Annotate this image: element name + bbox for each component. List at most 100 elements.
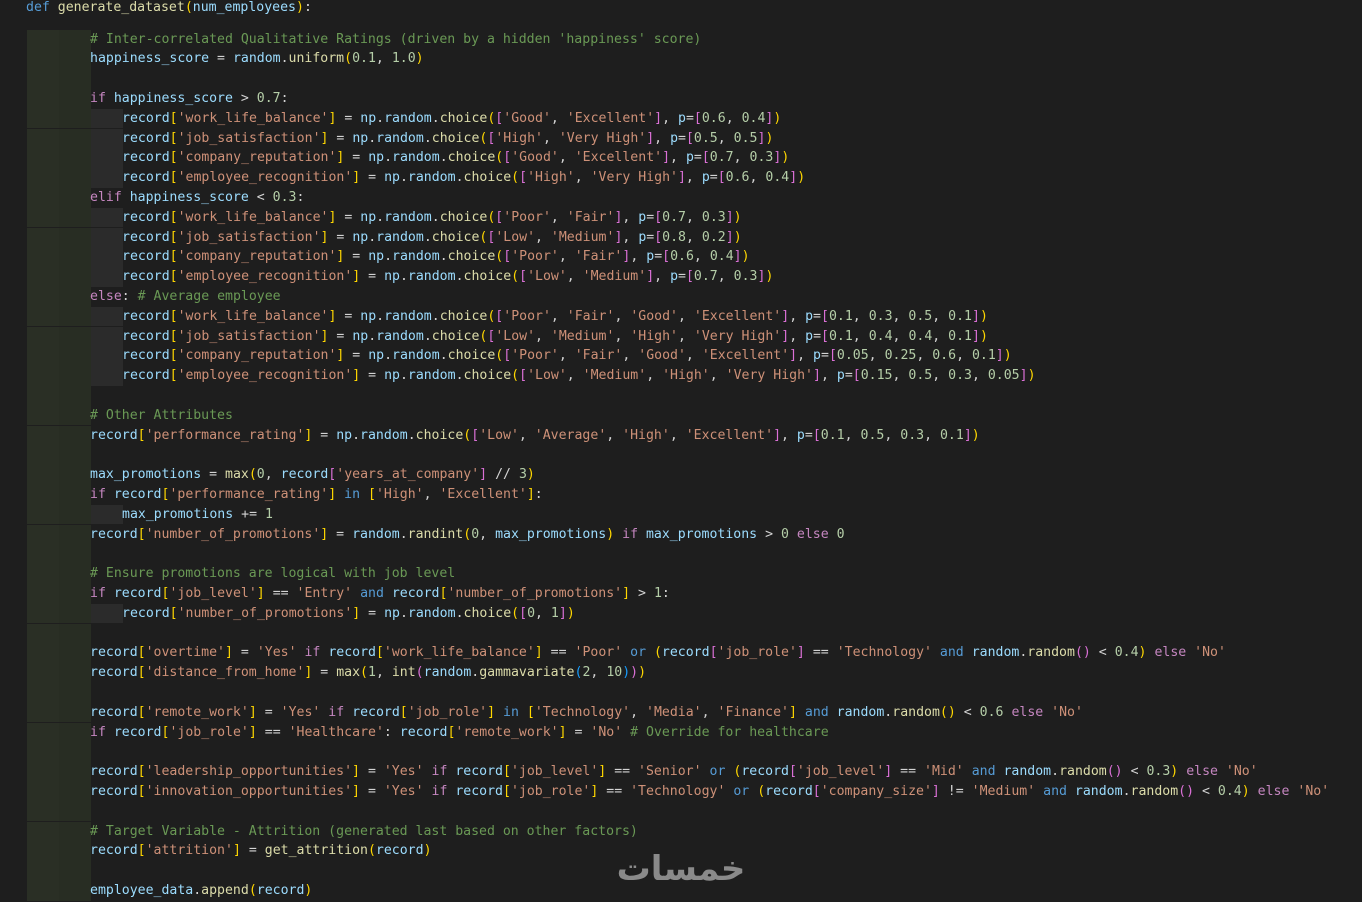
- code-line[interactable]: record['company_reputation'] = np.random…: [0, 346, 1362, 367]
- code-line-text: # Ensure promotions are logical with job…: [90, 566, 456, 582]
- code-line[interactable]: elif happiness_score < 0.3:: [0, 187, 1362, 208]
- code-line[interactable]: if record['job_level'] == 'Entry' and re…: [0, 583, 1362, 604]
- indent-guide: [59, 346, 91, 367]
- code-line[interactable]: record['innovation_opportunities'] = 'Ye…: [0, 781, 1362, 802]
- code-line[interactable]: [0, 385, 1362, 406]
- indent-guide: [59, 445, 91, 466]
- code-line[interactable]: max_promotions += 1: [0, 504, 1362, 525]
- function-header-line[interactable]: def generate_dataset(num_employees):: [0, 0, 1362, 18]
- indent-guide: [59, 168, 91, 188]
- indent-guide: [59, 544, 91, 565]
- indent-guide: [27, 742, 59, 763]
- code-line[interactable]: [0, 69, 1362, 89]
- code-line[interactable]: if happiness_score > 0.7:: [0, 88, 1362, 109]
- indent-guide: [59, 385, 91, 406]
- indent-guide: [59, 663, 91, 683]
- indent-guide: [59, 841, 91, 862]
- code-line[interactable]: record['work_life_balance'] = np.random.…: [0, 108, 1362, 129]
- indent-guide: [27, 425, 59, 446]
- indent-guide: [27, 762, 59, 782]
- indent-guide: [91, 346, 123, 367]
- code-line[interactable]: record['distance_from_home'] = max(1, in…: [0, 663, 1362, 683]
- indent-guide: [27, 286, 59, 307]
- indent-guide: [59, 603, 91, 624]
- code-line[interactable]: record['work_life_balance'] = np.random.…: [0, 306, 1362, 327]
- indent-guide: [27, 207, 59, 228]
- code-editor[interactable]: # Inter-correlated Qualitative Ratings (…: [0, 0, 1362, 902]
- indent-guide: [59, 405, 91, 426]
- indent-guide: [27, 247, 59, 268]
- code-line[interactable]: record['employee_recognition'] = np.rand…: [0, 267, 1362, 287]
- code-line[interactable]: if record['job_role'] == 'Healthcare': r…: [0, 722, 1362, 743]
- code-line[interactable]: record['company_reputation'] = np.random…: [0, 148, 1362, 169]
- code-line-text: elif happiness_score < 0.3:: [90, 189, 305, 205]
- code-line[interactable]: record['number_of_promotions'] = np.rand…: [0, 603, 1362, 624]
- code-line[interactable]: [0, 682, 1362, 703]
- code-line-text: record['job_satisfaction'] = np.random.c…: [122, 229, 742, 245]
- indent-guide: [27, 801, 59, 822]
- indent-guide: [27, 524, 59, 545]
- indent-guide: [59, 108, 91, 129]
- code-line-text: max_promotions = max(0, record['years_at…: [90, 467, 535, 483]
- code-line-text: if record['job_level'] == 'Entry' and re…: [90, 585, 670, 601]
- code-line[interactable]: record['remote_work'] = 'Yes' if record[…: [0, 702, 1362, 723]
- indent-guide: [59, 484, 91, 505]
- code-line-text: record['number_of_promotions'] = np.rand…: [122, 605, 575, 621]
- indent-guide: [27, 187, 59, 208]
- code-line[interactable]: record['job_satisfaction'] = np.random.c…: [0, 128, 1362, 149]
- code-line[interactable]: record['leadership_opportunities'] = 'Ye…: [0, 762, 1362, 782]
- code-line[interactable]: record['employee_recognition'] = np.rand…: [0, 366, 1362, 386]
- indent-guide: [27, 564, 59, 584]
- code-line[interactable]: happiness_score = random.uniform(0.1, 1.…: [0, 49, 1362, 70]
- code-line-text: record['company_reputation'] = np.random…: [122, 249, 750, 265]
- indent-guide: [59, 267, 91, 287]
- code-line-text: else: # Average employee: [90, 288, 281, 304]
- indent-guide: [91, 227, 123, 248]
- code-line[interactable]: [0, 742, 1362, 763]
- indent-guide: [27, 603, 59, 624]
- indent-guide: [27, 544, 59, 565]
- code-line[interactable]: [0, 544, 1362, 565]
- code-line[interactable]: # Other Attributes: [0, 405, 1362, 426]
- code-line[interactable]: record['overtime'] = 'Yes' if record['wo…: [0, 643, 1362, 664]
- code-line[interactable]: record['employee_recognition'] = np.rand…: [0, 168, 1362, 188]
- indent-guide: [27, 484, 59, 505]
- code-line[interactable]: record['work_life_balance'] = np.random.…: [0, 207, 1362, 228]
- code-line[interactable]: record['number_of_promotions'] = random.…: [0, 524, 1362, 545]
- indent-guide: [27, 722, 59, 743]
- indent-guide: [91, 326, 123, 347]
- indent-guide: [27, 88, 59, 109]
- code-line[interactable]: record['job_satisfaction'] = np.random.c…: [0, 326, 1362, 347]
- code-line[interactable]: [0, 445, 1362, 466]
- indent-guide: [27, 227, 59, 248]
- indent-guide: [27, 445, 59, 466]
- indent-guide: [59, 524, 91, 545]
- code-line[interactable]: # Target Variable - Attrition (generated…: [0, 821, 1362, 842]
- indent-guide: [91, 504, 123, 525]
- code-line-text: # Target Variable - Attrition (generated…: [90, 823, 638, 839]
- indent-guide: [91, 207, 123, 228]
- code-line[interactable]: record['performance_rating'] = np.random…: [0, 425, 1362, 446]
- code-line[interactable]: # Ensure promotions are logical with job…: [0, 564, 1362, 584]
- indent-guide: [27, 366, 59, 386]
- indent-guide: [91, 108, 123, 129]
- code-line[interactable]: # Inter-correlated Qualitative Ratings (…: [0, 29, 1362, 50]
- indent-guide: [27, 108, 59, 129]
- indent-guide: [59, 88, 91, 109]
- code-line-text: if happiness_score > 0.7:: [90, 90, 289, 106]
- indent-guide: [59, 821, 91, 842]
- code-line-text: record['overtime'] = 'Yes' if record['wo…: [90, 645, 1226, 661]
- code-line-text: record['work_life_balance'] = np.random.…: [122, 209, 742, 225]
- code-line-text: record['attrition'] = get_attrition(reco…: [90, 843, 432, 859]
- code-line[interactable]: record['company_reputation'] = np.random…: [0, 247, 1362, 268]
- code-line[interactable]: [0, 623, 1362, 644]
- code-line[interactable]: record['job_satisfaction'] = np.random.c…: [0, 227, 1362, 248]
- indent-guide: [27, 346, 59, 367]
- code-line-text: record['employee_recognition'] = np.rand…: [122, 269, 774, 285]
- code-line[interactable]: max_promotions = max(0, record['years_at…: [0, 465, 1362, 485]
- code-line[interactable]: else: # Average employee: [0, 286, 1362, 307]
- code-line[interactable]: [0, 801, 1362, 822]
- indent-guide: [91, 603, 123, 624]
- indent-guide: [59, 702, 91, 723]
- code-line[interactable]: if record['performance_rating'] in ['Hig…: [0, 484, 1362, 505]
